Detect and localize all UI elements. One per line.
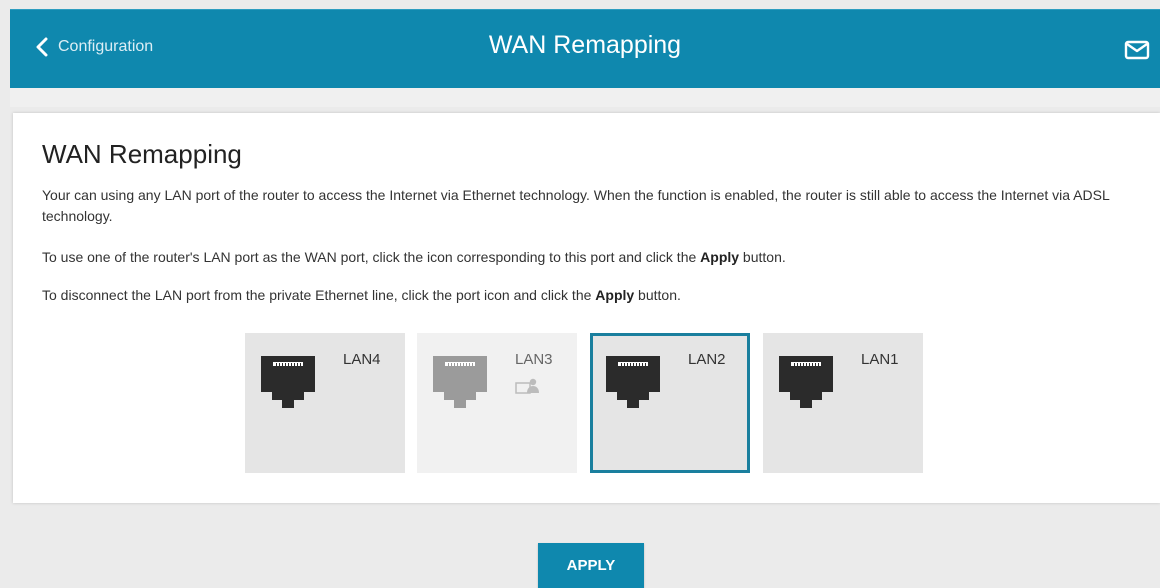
port-lan4[interactable]: LAN4 <box>245 333 405 473</box>
ethernet-port-icon <box>261 356 315 408</box>
port-lan2[interactable]: LAN2 <box>590 333 750 473</box>
wan-remapping-card: WAN Remapping Your can using any LAN por… <box>13 113 1160 503</box>
instruction-disconnect-apply: Apply <box>595 287 635 303</box>
section-heading: WAN Remapping <box>42 139 242 169</box>
instruction-disconnect-text: To disconnect the LAN port from the priv… <box>42 287 596 303</box>
port-label: LAN3 <box>515 351 553 368</box>
ethernet-port-icon <box>433 356 487 408</box>
ethernet-port-icon <box>606 356 660 408</box>
instruction-disconnect-end: button. <box>634 287 681 303</box>
apply-button[interactable]: APPLY <box>538 543 644 588</box>
port-selector: LAN4 LAN3 LAN2 LAN1 <box>245 333 945 473</box>
port-label: LAN4 <box>343 351 381 368</box>
port-lan1[interactable]: LAN1 <box>763 333 923 473</box>
instruction-wan-end: button. <box>739 249 786 265</box>
mail-icon[interactable] <box>1124 40 1150 60</box>
computer-icon <box>515 378 539 394</box>
ethernet-port-icon <box>779 356 833 408</box>
port-label: LAN2 <box>688 351 726 368</box>
instruction-wan-apply: Apply <box>700 249 740 265</box>
port-label: LAN1 <box>861 351 899 368</box>
page: Configuration WAN Remapping WAN Remappin… <box>0 0 1160 588</box>
port-lan3[interactable]: LAN3 <box>417 333 577 473</box>
instruction-wan-text: To use one of the router's LAN port as t… <box>42 249 701 265</box>
instruction-paragraph-disconnect: To disconnect the LAN port from the priv… <box>42 285 1132 306</box>
page-title: WAN Remapping <box>488 31 682 59</box>
instruction-paragraph-wan: To use one of the router's LAN port as t… <box>42 247 1132 268</box>
description-paragraph: Your can using any LAN port of the route… <box>42 187 1110 224</box>
header-bar: Configuration WAN Remapping <box>10 9 1160 88</box>
subheader-strip <box>10 88 1160 107</box>
